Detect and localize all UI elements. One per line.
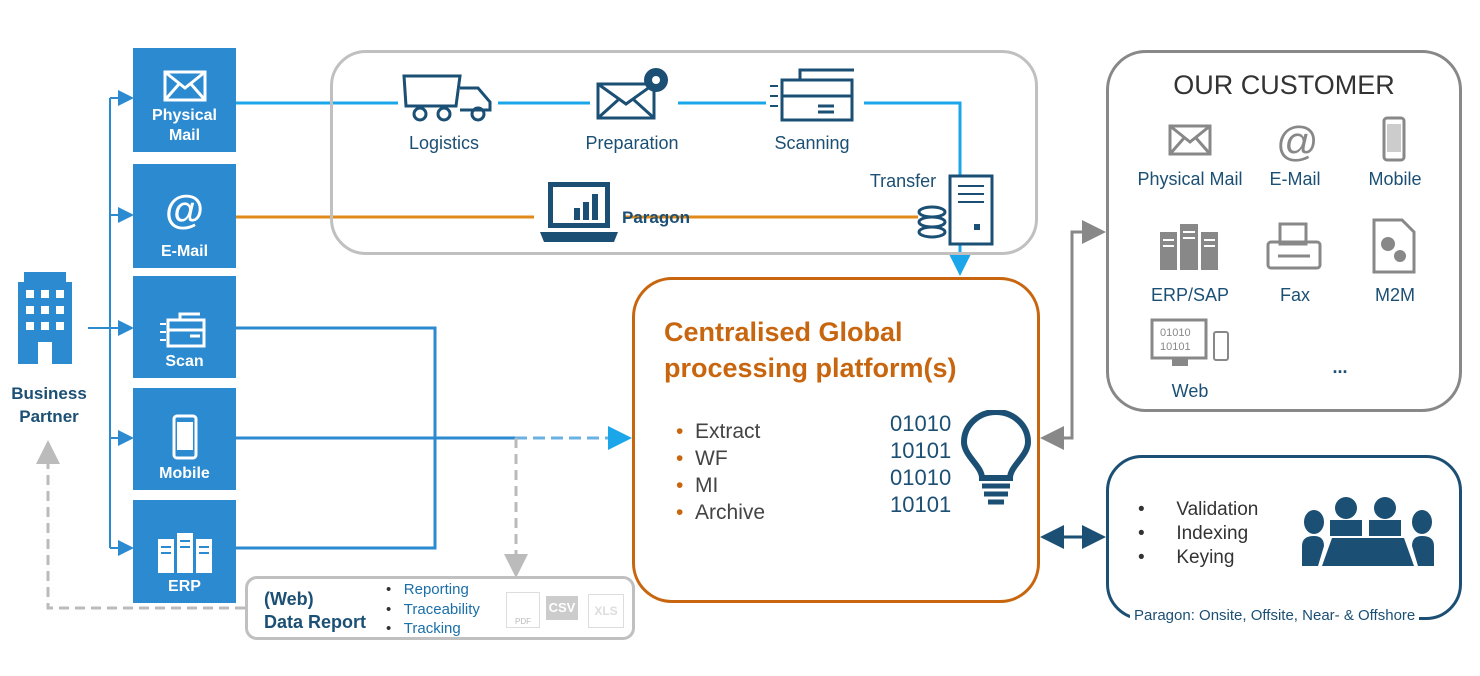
preparation-label: Preparation [585, 133, 679, 153]
envelope-gear-icon [590, 64, 678, 127]
platform-functions: • Extract • WF • MI • Archive [676, 418, 765, 526]
list-item: • Tracking [386, 620, 461, 637]
lightbulb-icon [960, 409, 1032, 519]
at-icon: @ [1276, 118, 1319, 165]
truck-icon [398, 70, 498, 127]
services-list: • Validation • Indexing • Keying [1138, 498, 1258, 570]
at-icon: @ [164, 188, 204, 232]
list-item: • Archive [676, 501, 766, 524]
list-item: • Reporting [386, 581, 469, 598]
m2m-document-gears-icon [1372, 218, 1416, 279]
fax-icon [1266, 222, 1322, 275]
binary-code: 01010 10101 01010 10101 [890, 411, 952, 517]
excel-icon: XLS [588, 594, 624, 628]
list-item: • Traceability [386, 600, 480, 618]
list-item: • Keying [1138, 547, 1235, 568]
csv-icon: CSV [546, 596, 578, 620]
scanner-icon [159, 312, 205, 348]
logistics-label: Logistics [408, 133, 480, 153]
customer-web: Web [1171, 381, 1209, 401]
channel-email[interactable]: @ E-Mail [133, 164, 236, 268]
services-caption: Paragon: Onsite, Offsite, Near- & Offsho… [1130, 607, 1420, 624]
server-icon [157, 533, 212, 573]
building-icon [14, 268, 76, 369]
customer-more: ... [1332, 357, 1348, 377]
list-item: • MI [676, 474, 719, 497]
business-partner-label: Business Partner [11, 384, 87, 426]
platform-title: Centralised Global processing platform(s) [664, 317, 957, 383]
laptop-icon [534, 180, 624, 251]
svg-text:01010: 01010 [1160, 327, 1191, 339]
customer-m2m: M2M [1375, 285, 1415, 305]
list-item: • Validation [1138, 499, 1259, 520]
channel-physical-mail[interactable]: Physical Mail [133, 48, 236, 152]
customer-email: E-Mail [1269, 169, 1321, 189]
data-report-title: (Web) Data Report [264, 589, 367, 632]
pdf-icon: PDF [506, 592, 540, 628]
web-monitor-icon: 01010 10101 [1150, 318, 1232, 373]
paragon-label: Paragon [622, 208, 691, 227]
mobile-icon [1382, 116, 1406, 167]
envelope-icon [163, 70, 206, 102]
server-icon [1160, 224, 1218, 275]
team-meeting-icon [1302, 496, 1434, 573]
customer-physical-mail: Physical Mail [1137, 169, 1243, 189]
channel-scan[interactable]: Scan [133, 276, 236, 378]
report-list: • Reporting • Traceability • Tracking [386, 580, 480, 639]
channel-mobile[interactable]: Mobile [133, 388, 236, 490]
customer-erp-sap: ERP/SAP [1150, 285, 1230, 305]
channel-erp[interactable]: ERP [133, 500, 236, 603]
envelope-icon [1168, 124, 1212, 161]
server-database-icon [916, 174, 996, 251]
scanner-machine-icon [766, 66, 864, 127]
customer-title: OUR CUSTOMER [1173, 70, 1395, 100]
scanning-label: Scanning [774, 133, 850, 153]
list-item: • Indexing [1138, 523, 1249, 544]
mobile-icon [172, 414, 197, 460]
list-item: • WF [676, 447, 728, 470]
customer-mobile: Mobile [1368, 169, 1422, 189]
svg-text:10101: 10101 [1160, 341, 1191, 353]
customer-fax: Fax [1279, 285, 1310, 305]
list-item: • Extract [676, 420, 761, 443]
